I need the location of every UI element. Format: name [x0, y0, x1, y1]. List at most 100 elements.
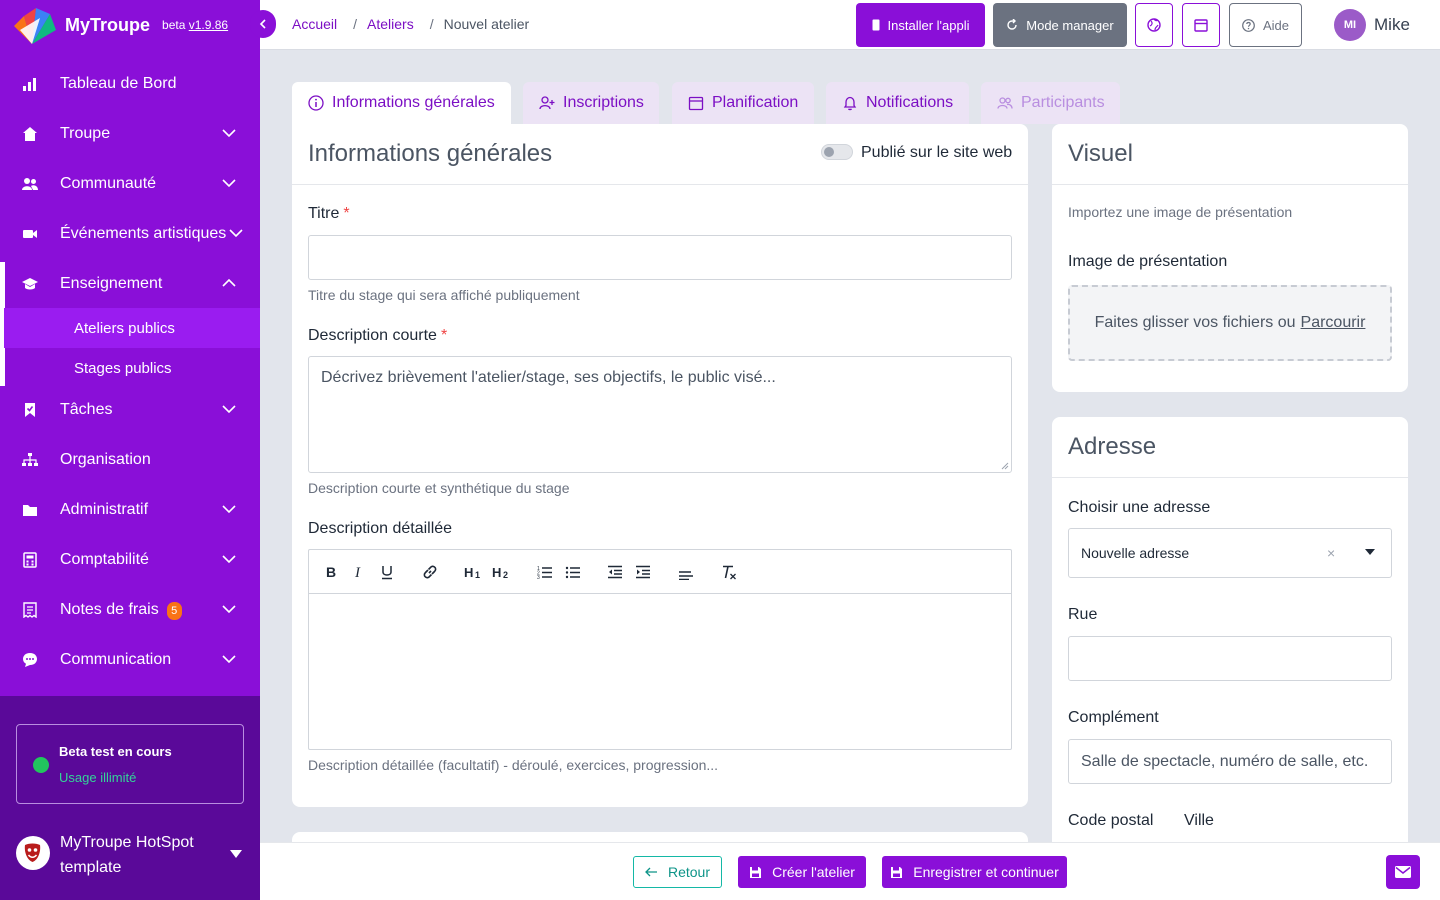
install-app-button[interactable]: Installer l'appli: [856, 3, 985, 47]
tab-participants: Participants: [981, 82, 1120, 124]
tab-planification[interactable]: Planification: [672, 82, 814, 124]
sidebar-footer: Beta test en cours Usage illimité MyTrou…: [0, 696, 260, 900]
tab-label: Informations générales: [332, 94, 495, 111]
address-card: Adresse Choisir une adresse Nouvelle adr…: [1052, 417, 1408, 857]
chevron-down-icon: [222, 129, 236, 138]
breadcrumb-current: Nouvel atelier: [443, 16, 530, 32]
folder-icon: [23, 505, 37, 516]
city-label: Ville: [1184, 812, 1214, 829]
image-label: Image de présentation: [1068, 253, 1228, 270]
rich-text-editor: B I H1 H2 123: [308, 549, 1012, 750]
save-icon: [750, 866, 762, 878]
short-description-textarea[interactable]: Décrivez brièvement l'atelier/stage, ses…: [308, 356, 1012, 473]
street-label: Rue: [1068, 606, 1098, 623]
street-input[interactable]: [1068, 636, 1392, 681]
notification-badge: 5: [166, 601, 182, 620]
sidebar-item-label: Enseignement: [60, 275, 163, 292]
svg-text:I: I: [354, 565, 361, 580]
clear-selection-icon[interactable]: ×: [1327, 545, 1335, 561]
publish-toggle[interactable]: [821, 144, 853, 160]
heading1-icon[interactable]: H1: [463, 564, 483, 580]
tab-informations-generales[interactable]: Informations générales: [292, 82, 511, 124]
install-app-label: Installer l'appli: [887, 17, 970, 33]
create-workshop-button[interactable]: Créer l'atelier: [738, 856, 866, 888]
sidebar-item-notes-de-frais[interactable]: Notes de frais 5: [0, 590, 260, 630]
sidebar-item-communaute[interactable]: Communauté: [0, 164, 260, 204]
visual-card: Visuel Importez une image de présentatio…: [1052, 124, 1408, 392]
app-logo[interactable]: MyTroupe beta v1.9.86: [10, 4, 228, 46]
ordered-list-icon[interactable]: 123: [537, 564, 553, 580]
general-info-card: Informations générales Publié sur le sit…: [292, 124, 1028, 807]
tab-notifications[interactable]: Notifications: [826, 82, 969, 124]
sidebar-subitem-ateliers-publics[interactable]: Ateliers publics: [4, 308, 260, 348]
address-select[interactable]: Nouvelle adresse ×: [1068, 528, 1392, 578]
italic-icon[interactable]: I: [351, 564, 367, 580]
tab-inscriptions[interactable]: Inscriptions: [523, 82, 659, 124]
sidebar-item-label: Organisation: [60, 451, 151, 468]
underline-icon[interactable]: [379, 564, 395, 580]
envelope-icon: [1395, 866, 1411, 878]
sidebar-item-troupe[interactable]: Troupe: [0, 114, 260, 154]
editor-toolbar: B I H1 H2 123: [309, 550, 1011, 594]
titre-input[interactable]: [308, 235, 1012, 280]
indent-icon[interactable]: [635, 564, 651, 580]
user-name[interactable]: Mike: [1374, 15, 1410, 35]
complement-input[interactable]: Salle de spectacle, numéro de salle, etc…: [1068, 739, 1392, 784]
organization-switcher[interactable]: MyTroupe HotSpot template: [16, 830, 252, 886]
beta-title: Beta test en cours: [59, 744, 172, 759]
version-link[interactable]: v1.9.86: [189, 18, 228, 32]
help-button[interactable]: Aide: [1229, 3, 1302, 47]
sidebar-item-organisation[interactable]: Organisation: [0, 440, 260, 480]
back-label: Retour: [667, 864, 711, 880]
users-icon: [997, 97, 1013, 109]
manager-mode-button[interactable]: Mode manager: [993, 3, 1127, 47]
clear-formatting-icon[interactable]: [721, 564, 737, 580]
breadcrumb-ateliers[interactable]: Ateliers: [367, 16, 414, 32]
sidebar-collapse-button[interactable]: [250, 10, 276, 38]
sidebar-item-taches[interactable]: Tâches: [0, 390, 260, 430]
sidebar-item-evenements[interactable]: Événements artistiques: [0, 214, 260, 254]
chevron-left-icon: [259, 19, 266, 29]
message-button[interactable]: [1386, 855, 1420, 889]
sidebar-item-label: Troupe: [60, 125, 111, 142]
image-dropzone[interactable]: Faites glisser vos fichiers ou Parcourir: [1068, 285, 1392, 361]
chevron-down-icon: [222, 179, 236, 188]
breadcrumb-accueil[interactable]: Accueil: [292, 16, 337, 32]
breadcrumb: Accueil / Ateliers / Nouvel atelier: [292, 16, 529, 32]
org-chart-icon: [22, 453, 38, 466]
website-button[interactable]: [1135, 3, 1173, 47]
bullet-list-icon[interactable]: [565, 564, 581, 580]
sidebar-item-label: Événements artistiques: [60, 225, 227, 242]
organization-avatar: [16, 836, 50, 870]
card-title: Adresse: [1068, 433, 1157, 460]
action-bar: Retour Créer l'atelier Enregistrer et co…: [260, 842, 1440, 900]
resize-handle-icon[interactable]: [1001, 462, 1009, 470]
arrow-left-icon: [645, 867, 657, 877]
sidebar-subitem-stages-publics[interactable]: Stages publics: [4, 348, 260, 388]
create-workshop-label: Créer l'atelier: [772, 864, 855, 880]
caret-down-icon[interactable]: [1365, 549, 1375, 555]
sidebar-item-communication[interactable]: Communication: [0, 640, 260, 680]
complement-label: Complément: [1068, 709, 1159, 726]
help-label: Aide: [1262, 17, 1290, 33]
calendar-icon: [1194, 19, 1208, 32]
heading2-icon[interactable]: H2: [491, 564, 511, 580]
sidebar-item-enseignement[interactable]: Enseignement: [0, 264, 260, 304]
align-left-icon[interactable]: [678, 564, 694, 580]
sidebar-item-comptabilite[interactable]: Comptabilité: [0, 540, 260, 580]
sidebar-item-tableau-de-bord[interactable]: Tableau de Bord: [0, 64, 260, 104]
save-continue-button[interactable]: Enregistrer et continuer: [882, 856, 1067, 888]
sidebar-item-administratif[interactable]: Administratif: [0, 490, 260, 530]
browse-link[interactable]: Parcourir: [1301, 314, 1366, 332]
calendar-button[interactable]: [1182, 3, 1220, 47]
outdent-icon[interactable]: [607, 564, 623, 580]
user-avatar[interactable]: MI: [1334, 9, 1366, 41]
sidebar-item-label: Communication: [60, 651, 172, 668]
sidebar-item-label: Administratif: [60, 501, 149, 518]
bold-icon[interactable]: B: [323, 564, 339, 580]
link-icon[interactable]: [422, 564, 438, 580]
back-button[interactable]: Retour: [633, 856, 722, 888]
visual-hint: Importez une image de présentation: [1068, 204, 1293, 220]
chevron-down-icon: [222, 405, 236, 414]
sidebar-item-label: Tâches: [60, 401, 113, 418]
